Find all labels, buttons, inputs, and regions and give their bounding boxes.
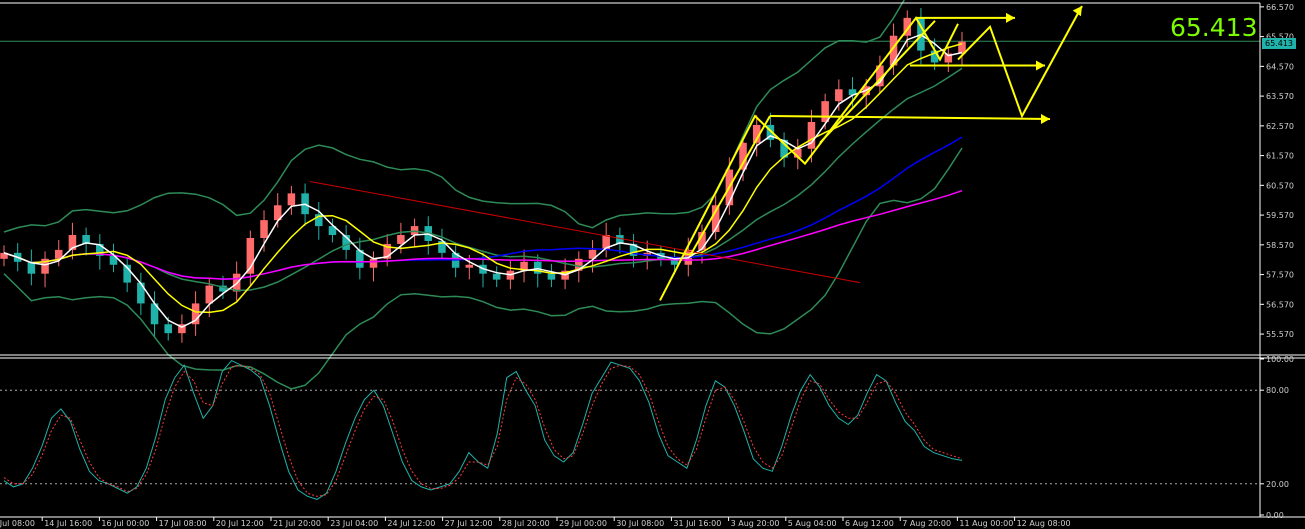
time-tick-label: 30 Jul 08:00 — [616, 519, 664, 528]
candle-body — [465, 264, 474, 268]
time-tick-label: 28 Jul 20:00 — [502, 519, 550, 528]
time-tick-label: 23 Jul 04:00 — [330, 519, 378, 528]
osc-tick-label: 100.00 — [1266, 355, 1294, 364]
candle-body — [492, 273, 501, 280]
time-tick-label: 12 Aug 08:00 — [1017, 519, 1071, 528]
price-tag-text: 65.413 — [1265, 39, 1293, 48]
time-tick-label: 11 Aug 00:00 — [959, 519, 1013, 528]
candle-body — [835, 89, 843, 102]
time-tick-label: 14 Jul 08:00 — [0, 519, 35, 528]
time-tick-label: 31 Jul 16:00 — [673, 519, 721, 528]
price-tick-label: 64.570 — [1266, 62, 1294, 71]
price-tick-label: 56.570 — [1266, 300, 1294, 309]
candle-body — [287, 193, 296, 206]
price-tick-label: 55.570 — [1266, 330, 1294, 339]
osc-tick-label: 20.00 — [1266, 480, 1289, 489]
time-tick-label: 7 Aug 20:00 — [902, 519, 951, 528]
time-tick-label: 21 Jul 20:00 — [273, 519, 321, 528]
candle-body — [205, 285, 214, 304]
price-tick-label: 58.570 — [1266, 241, 1294, 250]
price-tick-label: 62.570 — [1266, 122, 1294, 131]
time-tick-label: 16 Jul 00:00 — [101, 519, 149, 528]
price-tick-label: 57.570 — [1266, 271, 1294, 280]
current-price-label: 65.413 — [1170, 13, 1257, 42]
candle-body — [739, 142, 747, 170]
candle-body — [547, 273, 556, 280]
chart-background — [0, 0, 1305, 529]
candle-body — [137, 282, 145, 304]
price-tag: 65.413 — [1262, 38, 1296, 49]
candle-body — [397, 235, 405, 244]
price-tick-label: 63.570 — [1266, 92, 1294, 101]
time-tick-label: 20 Jul 12:00 — [216, 519, 264, 528]
price-tick-label: 60.570 — [1266, 181, 1294, 190]
time-tick-label: 17 Jul 08:00 — [159, 519, 207, 528]
time-tick-label: 6 Aug 12:00 — [845, 519, 894, 528]
time-tick-label: 14 Jul 16:00 — [44, 519, 92, 528]
candle-body — [164, 324, 172, 334]
price-tick-label: 59.570 — [1266, 211, 1294, 220]
time-tick-label: 3 Aug 20:00 — [731, 519, 780, 528]
price-tick-label: 61.570 — [1266, 152, 1294, 161]
time-tick-label: 24 Jul 12:00 — [387, 519, 435, 528]
candle-body — [260, 220, 268, 238]
trading-chart[interactable]: 66.57065.57064.57063.57062.57061.57060.5… — [0, 0, 1305, 529]
osc-tick-label: 80.00 — [1266, 386, 1289, 395]
time-tick-label: 5 Aug 04:00 — [788, 519, 837, 528]
candle-body — [369, 258, 378, 268]
time-tick-label: 27 Jul 12:00 — [445, 519, 493, 528]
osc-tick-label: 0.00 — [1266, 511, 1284, 520]
time-tick-label: 29 Jul 00:00 — [559, 519, 607, 528]
price-tick-label: 66.570 — [1266, 3, 1294, 12]
